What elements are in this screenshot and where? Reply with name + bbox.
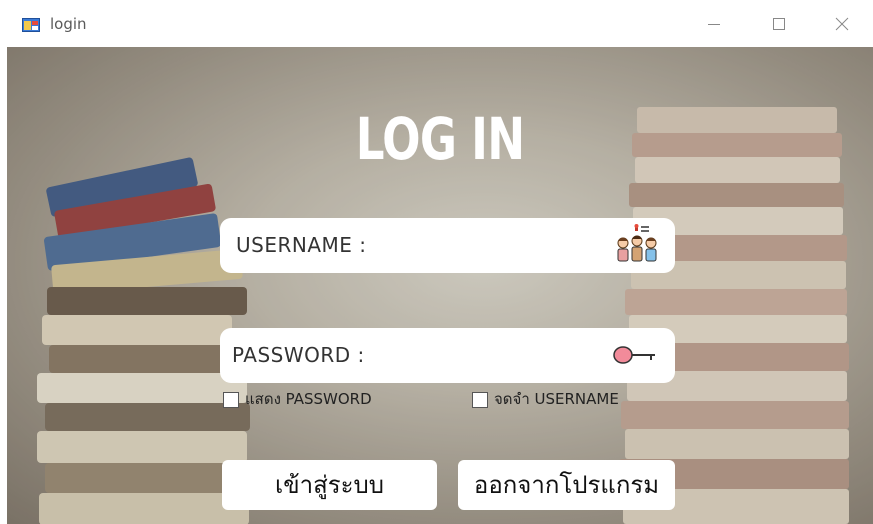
username-field[interactable]: USERNAME : xyxy=(220,218,675,273)
minimize-button[interactable] xyxy=(683,0,745,47)
key-icon xyxy=(613,345,657,369)
minimize-icon xyxy=(708,23,720,25)
login-panel: LOG IN USERNAME : PASSWORD: แสดง PASSWO… xyxy=(7,47,873,524)
close-button[interactable] xyxy=(811,0,873,47)
maximize-icon xyxy=(773,17,785,30)
page-title: LOG IN xyxy=(355,105,525,173)
window-title: login xyxy=(50,14,87,33)
maximize-button[interactable] xyxy=(748,0,810,47)
show-password-checkbox[interactable] xyxy=(223,392,239,408)
login-window: login LOG IN USERNAME: PASSWORD: แสดง … xyxy=(0,0,873,524)
form-window-icon xyxy=(22,17,40,32)
close-icon xyxy=(835,17,849,30)
remember-username-checkbox[interactable] xyxy=(472,392,488,408)
exit-button[interactable]: ออกจากโปรแกรม xyxy=(458,460,675,510)
password-label: PASSWORD : xyxy=(232,343,365,367)
username-label: USERNAME : xyxy=(236,233,367,257)
login-button[interactable]: เข้าสู่ระบบ xyxy=(222,460,437,510)
title-bar: login xyxy=(0,0,873,47)
password-field[interactable]: PASSWORD : xyxy=(220,328,675,383)
users-icon xyxy=(613,224,661,270)
show-password-label: แสดง PASSWORD xyxy=(245,390,372,408)
remember-username-label: จดจำ USERNAME xyxy=(494,390,619,408)
